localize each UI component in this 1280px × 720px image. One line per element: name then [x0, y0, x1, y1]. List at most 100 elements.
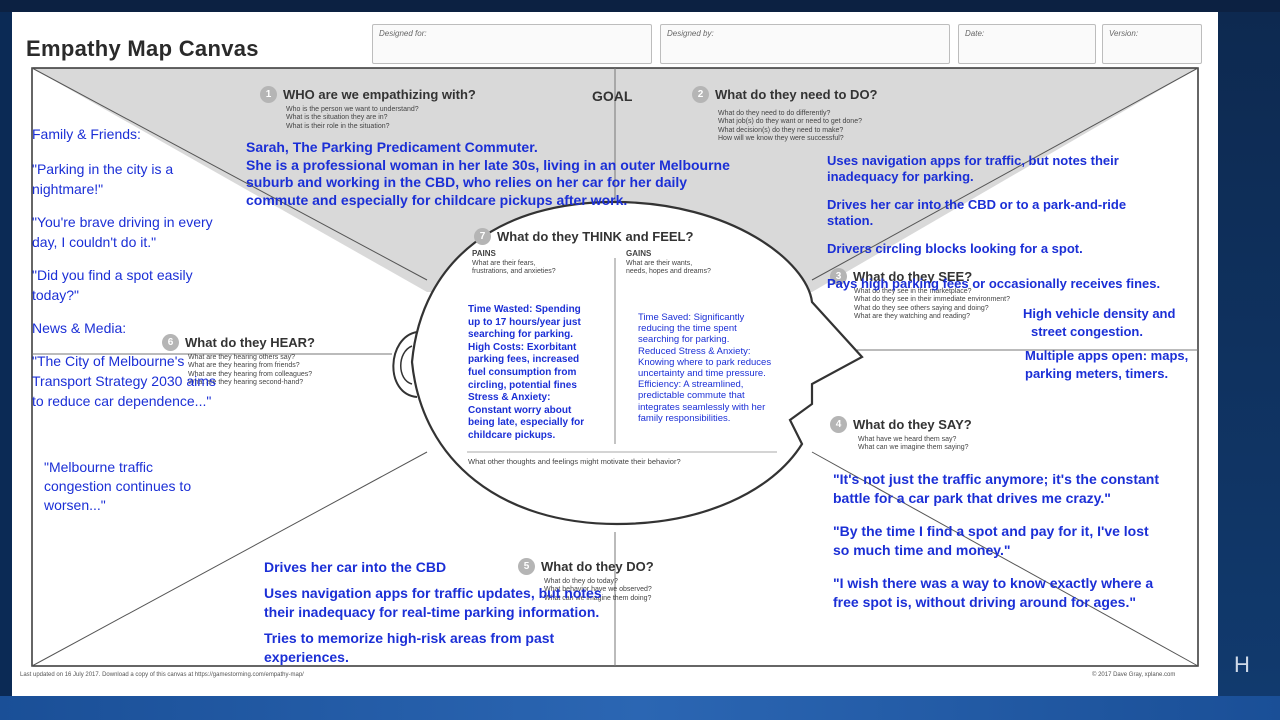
persona-line: suburb and working in the CBD, who relie… [246, 174, 688, 190]
q2-heading: 2 What do they need to DO? [692, 86, 878, 103]
q3-prompt: What do they see in their immediate envi… [854, 296, 1011, 304]
do-line: Drives her car into the CBD [264, 559, 447, 575]
pains-prompt: frustrations, and anxieties? [472, 268, 556, 276]
q7-heading: 7 What do they THINK and FEEL? [474, 228, 693, 245]
gains-prompts: What are their wants, needs, hopes and d… [626, 260, 711, 277]
q1-prompts: Who is the person we want to understand?… [286, 106, 419, 131]
q4-prompts: What have we heard them say? What can we… [858, 436, 969, 453]
persona-note: Sarah, The Parking Predicament Commuter.… [246, 139, 730, 209]
gains-note: Time Saved: Significantly reducing the t… [638, 312, 771, 424]
media-quote: to reduce car dependence..." [32, 393, 212, 409]
slide: H Empathy Map Canvas Designed for: Desig… [0, 0, 1280, 720]
need-to-do-line: Uses navigation apps for traffic, but no… [827, 153, 1119, 168]
university-logo: H [1234, 652, 1250, 677]
do-note: Drives her car into the CBD Uses navigat… [264, 558, 602, 667]
q1-prompt: Who is the person we want to understand? [286, 106, 419, 113]
family-label: Family & Friends: [32, 126, 141, 142]
q2-prompt: What job(s) do they want or need to get … [718, 118, 862, 126]
pains-line: Stress & Anxiety: [468, 392, 551, 404]
gains-prompt: What are their wants, [626, 260, 693, 267]
family-quote: today?" [32, 287, 80, 303]
goal-label: GOAL [592, 88, 633, 104]
family-quote: day, I couldn't do it." [32, 234, 157, 250]
see-line: High vehicle density and [1023, 306, 1176, 321]
pains-line: Time Wasted: Spending [468, 304, 581, 315]
q4-prompt: What can we imagine them saying? [858, 444, 969, 452]
q2-prompt: How will we know they were successful? [718, 135, 844, 143]
q4-prompt: What have we heard them say? [858, 436, 957, 443]
q2-number-icon: 2 [692, 86, 709, 103]
family-quote: nightmare!" [32, 181, 104, 197]
q4-title: What do they SAY? [853, 417, 972, 432]
gains-line: searching for parking. [638, 334, 730, 346]
footer-right: © 2017 Dave Gray, xplane.com [1092, 672, 1176, 678]
pains-line: being late, especially for [468, 417, 585, 429]
need-to-do-line: inadequacy for parking. [827, 169, 974, 184]
q7-number-icon: 7 [474, 228, 491, 245]
gains-line: Knowing where to park reduces [638, 356, 772, 368]
pains-prompts: What are their fears, frustrations, and … [472, 260, 556, 277]
q1-prompt: What is their role in the situation? [286, 122, 390, 130]
gains-prompt: needs, hopes and dreams? [626, 268, 711, 276]
hear-family-note: Family & Friends: "Parking in the city i… [32, 124, 247, 411]
do-line: Uses navigation apps for traffic updates… [264, 585, 602, 601]
do-line: experiences. [264, 649, 349, 665]
gains-line: predictable commute that [638, 390, 745, 402]
say-line: battle for a car park that drives me cra… [833, 490, 1111, 506]
pains-line: High Costs: Exorbitant [468, 341, 577, 353]
top-band [0, 0, 1280, 12]
gains-line: Time Saved: Significantly [638, 312, 745, 323]
say-line: "I wish there was a way to know exactly … [833, 575, 1154, 591]
pains-line: parking fees, increased [468, 354, 580, 366]
family-quote: "Parking in the city is a [32, 161, 174, 177]
media-label: News & Media: [32, 320, 127, 336]
fines-note: Pays high parking fees or occasionally r… [827, 276, 1161, 291]
say-note: "It's not just the traffic anymore; it's… [833, 470, 1159, 612]
see-line: parking meters, timers. [1025, 366, 1169, 381]
media-quote: Transport Strategy 2030 aims [32, 373, 216, 389]
say-line: so much time and money." [833, 542, 1011, 558]
media-quote: "The City of Melbourne's [32, 353, 185, 369]
gains-line: reducing the time spent [638, 323, 737, 335]
see-line: Multiple apps open: maps, [1025, 348, 1189, 363]
gains-line: Efficiency: A streamlined, [638, 379, 744, 391]
q3-prompt: What are they watching and reading? [854, 313, 970, 321]
think-feel-prompt: What other thoughts and feelings might m… [468, 457, 681, 466]
q3-prompt: What do they see others saying and doing… [854, 304, 989, 312]
gains-line: integrates seamlessly with her [638, 401, 766, 413]
gains-title: GAINS [626, 249, 652, 258]
q2-title: What do they need to DO? [715, 87, 878, 102]
say-line: "By the time I find a spot and pay for i… [833, 523, 1149, 539]
family-quote: "Did you find a spot easily [32, 267, 193, 283]
do-line: Tries to memorize high-risk areas from p… [264, 630, 555, 646]
persona-line: She is a professional woman in her late … [246, 156, 730, 173]
q3-prompts: What do they see in the marketplace? Wha… [854, 288, 1010, 322]
q2-prompt: What do they need to do differently? [718, 110, 831, 117]
q4-number-icon: 4 [830, 416, 847, 433]
q1-number-icon: 1 [260, 86, 277, 103]
q1-prompt: What is the situation they are in? [286, 114, 388, 122]
pains-line: searching for parking. [468, 329, 574, 341]
q7-title: What do they THINK and FEEL? [497, 229, 694, 244]
hear-media-note: "Melbourne traffic congestion continues … [44, 458, 191, 515]
pains-line: circling, potential fines [468, 379, 577, 391]
persona-line: Sarah, The Parking Predicament Commuter. [246, 139, 538, 155]
pains-line: up to 17 hours/year just [468, 316, 581, 328]
bottom-band [0, 696, 1280, 720]
do-line: their inadequacy for real-time parking i… [264, 604, 600, 620]
need-to-do-line: Drives her car into the CBD or to a park… [827, 197, 1127, 212]
media-quote: "Melbourne traffic [44, 459, 153, 475]
q4-heading: 4 What do they SAY? [830, 416, 972, 433]
pains-line: childcare pickups. [468, 429, 556, 441]
q1-heading: 1 WHO are we empathizing with? [260, 86, 476, 103]
see-line: street congestion. [1031, 324, 1143, 339]
ear-inner [400, 345, 413, 385]
need-to-do-line: Drivers circling blocks looking for a sp… [827, 241, 1083, 256]
gains-line: uncertainty and time pressure. [638, 368, 766, 380]
see-note: High vehicle density and street congesti… [1023, 305, 1188, 383]
pains-line: fuel consumption from [468, 366, 577, 378]
gains-line: Reduced Stress & Anxiety: [638, 345, 751, 357]
persona-line: commute and especially for childcare pic… [246, 191, 628, 208]
say-line: free spot is, without driving around for… [833, 594, 1136, 610]
say-line: "It's not just the traffic anymore; it's… [833, 471, 1159, 487]
